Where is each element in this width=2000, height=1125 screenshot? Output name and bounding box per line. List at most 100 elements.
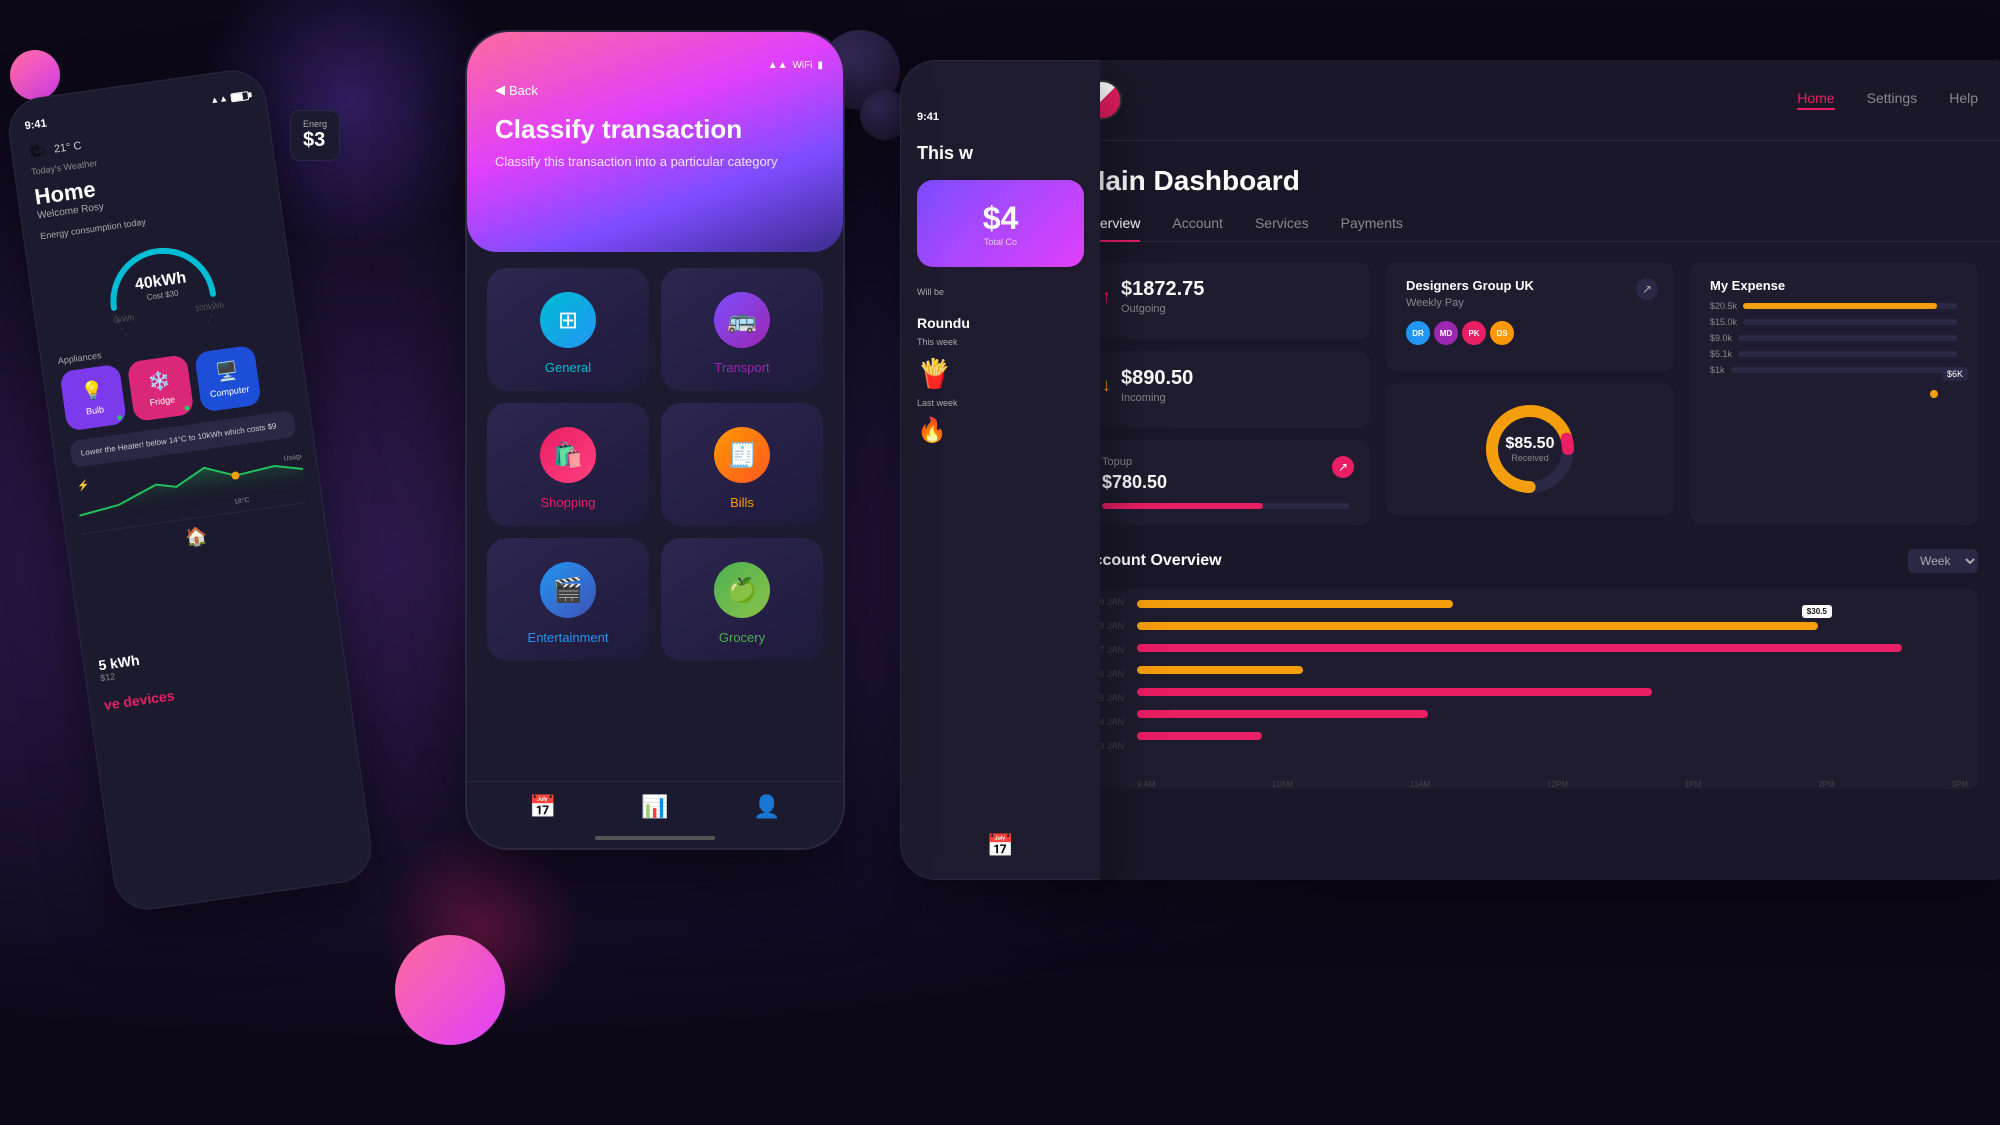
back-button[interactable]: ◀ Back bbox=[495, 82, 815, 98]
donut-label: Received bbox=[1511, 453, 1549, 463]
expense-label-3: $9.0k bbox=[1710, 333, 1732, 343]
outgoing-arrow-icon: ↑ bbox=[1102, 286, 1111, 307]
expense-bar-bg-1 bbox=[1743, 303, 1958, 309]
shopping-icon-symbol: 🛍️ bbox=[553, 441, 583, 470]
category-general[interactable]: ⊞ General bbox=[487, 268, 649, 391]
nav-home[interactable]: Home bbox=[1797, 90, 1834, 110]
chart-bars: $30.5 bbox=[1137, 597, 1968, 759]
home-indicator bbox=[595, 836, 715, 840]
incoming-label: Incoming bbox=[1121, 392, 1193, 404]
rp-time: 9:41 bbox=[917, 111, 1084, 123]
topup-card: Topup $780.50 ↗ bbox=[1082, 440, 1370, 525]
expense-bar-bg-5 bbox=[1731, 367, 1958, 373]
middle-bottom-nav: 📅 📊 👤 bbox=[467, 781, 843, 848]
account-overview-section: Account Overview Week Month 19 JAN 18 JA… bbox=[1082, 549, 1978, 789]
expense-bar-bg-2 bbox=[1743, 319, 1958, 325]
expense-bar-1 bbox=[1743, 303, 1936, 309]
transport-icon-symbol: 🚌 bbox=[727, 306, 757, 335]
x-label-5: 1PM bbox=[1685, 780, 1701, 789]
donut-card: $85.50 Received bbox=[1386, 383, 1674, 515]
transport-label: Transport bbox=[714, 360, 769, 375]
general-icon: ⊞ bbox=[540, 292, 596, 348]
overview-header: Account Overview Week Month bbox=[1082, 549, 1978, 573]
classify-subtitle: Classify this transaction into a particu… bbox=[495, 153, 815, 171]
incoming-arrow-icon: ↓ bbox=[1102, 375, 1111, 396]
dashboard-header: Home Settings Help bbox=[1050, 60, 2000, 141]
topup-label: Topup bbox=[1102, 456, 1350, 468]
x-label-7: 3PM bbox=[1952, 780, 1968, 789]
entertainment-label: Entertainment bbox=[528, 630, 609, 645]
my-expenses-card: My Expense $20.5k $15.0k bbox=[1690, 262, 1978, 525]
chart-row-7 bbox=[1137, 729, 1968, 743]
tab-payments[interactable]: Payments bbox=[1341, 205, 1403, 241]
bar-1 bbox=[1137, 600, 1453, 608]
classify-header: ▲▲ WiFi ▮ ◀ Back Classify transaction Cl… bbox=[467, 32, 843, 252]
appliance-bulb[interactable]: 💡 Bulb bbox=[59, 364, 127, 432]
expenses-bars: $20.5k $15.0k $9.0k bbox=[1710, 301, 1958, 375]
wifi-icon: WiFi bbox=[792, 60, 812, 71]
topup-bar-bg bbox=[1102, 503, 1350, 509]
nav-chart-icon[interactable]: 📊 bbox=[641, 794, 668, 820]
category-shopping[interactable]: 🛍️ Shopping bbox=[487, 403, 649, 526]
bar-3 bbox=[1137, 644, 1902, 652]
energy-card-label: Energ bbox=[303, 119, 327, 129]
nav-profile-icon[interactable]: 👤 bbox=[753, 794, 780, 820]
category-entertainment[interactable]: 🎬 Entertainment bbox=[487, 538, 649, 661]
avatar-pk: PK bbox=[1462, 321, 1486, 345]
bills-icon-symbol: 🧾 bbox=[727, 441, 757, 470]
rp-title: This w bbox=[917, 143, 1084, 164]
battery-status: ▮ bbox=[817, 60, 823, 71]
nav-settings[interactable]: Settings bbox=[1867, 90, 1918, 110]
bills-icon: 🧾 bbox=[714, 427, 770, 483]
category-bills[interactable]: 🧾 Bills bbox=[661, 403, 823, 526]
x-label-1: 9 AM bbox=[1137, 780, 1155, 789]
tab-services[interactable]: Services bbox=[1255, 205, 1309, 241]
classify-title: Classify transaction bbox=[495, 114, 815, 145]
rp-last-week: Last week bbox=[917, 398, 1084, 408]
general-icon-symbol: ⊞ bbox=[558, 306, 578, 335]
expense-row-4: $5.1k bbox=[1710, 349, 1958, 359]
week-select[interactable]: Week Month bbox=[1908, 549, 1978, 573]
incoming-value: $890.50 bbox=[1121, 367, 1193, 390]
transport-icon: 🚌 bbox=[714, 292, 770, 348]
tab-account[interactable]: Account bbox=[1172, 205, 1223, 241]
bulb-status-dot bbox=[117, 415, 123, 421]
expense-bar-5 bbox=[1731, 367, 1754, 373]
nav-calendar-icon[interactable]: 📅 bbox=[529, 794, 556, 820]
metrics-row: ↑ $1872.75 Outgoing ↓ $890.50 Incoming bbox=[1082, 262, 1978, 525]
category-transport[interactable]: 🚌 Transport bbox=[661, 268, 823, 391]
bar-6 bbox=[1137, 710, 1428, 718]
expand-icon[interactable]: ↗ bbox=[1636, 278, 1658, 300]
shopping-label: Shopping bbox=[541, 495, 596, 510]
tinder-logo: 🔥 bbox=[917, 416, 1084, 445]
my-expenses-title: My Expense bbox=[1710, 278, 1958, 293]
category-grocery[interactable]: 🍏 Grocery bbox=[661, 538, 823, 661]
nav-home[interactable]: 🏠 bbox=[184, 525, 209, 549]
chart-row-4 bbox=[1137, 663, 1968, 677]
rp-roundup: Roundu bbox=[917, 315, 1084, 331]
appliance-fridge[interactable]: ❄️ Fridge bbox=[127, 354, 195, 422]
rp-total-label: Total Co bbox=[937, 237, 1064, 247]
fridge-label: Fridge bbox=[149, 394, 176, 407]
nav-help[interactable]: Help bbox=[1949, 90, 1978, 110]
grocery-label: Grocery bbox=[719, 630, 765, 645]
temperature: 21° C bbox=[53, 139, 82, 155]
appliance-computer[interactable]: 🖥️ Computer bbox=[194, 345, 262, 413]
expense-6k-label: $6K bbox=[1942, 367, 1968, 381]
expense-label-2: $15.0k bbox=[1710, 317, 1737, 327]
expense-row-3: $9.0k bbox=[1710, 333, 1958, 343]
dashboard: Home Settings Help Main Dashboard Overvi… bbox=[1050, 60, 2000, 880]
expense-bar-bg-4 bbox=[1738, 351, 1958, 357]
avatar-dr: DR bbox=[1406, 321, 1430, 345]
outgoing-value: $1872.75 bbox=[1121, 278, 1204, 301]
active-devices: ve devices bbox=[103, 687, 175, 713]
mcdonalds-logo: 🍟 bbox=[917, 357, 1084, 390]
grocery-icon-symbol: 🍏 bbox=[727, 576, 757, 605]
bulb-icon: 💡 bbox=[80, 379, 105, 403]
grocery-icon: 🍏 bbox=[714, 562, 770, 618]
signal-icon: ▲▲ bbox=[768, 60, 788, 71]
outgoing-label: Outgoing bbox=[1121, 303, 1204, 315]
fridge-status-dot bbox=[184, 405, 190, 411]
money-metrics: ↑ $1872.75 Outgoing ↓ $890.50 Incoming bbox=[1082, 262, 1370, 525]
donut-center: $85.50 Received bbox=[1480, 399, 1580, 499]
